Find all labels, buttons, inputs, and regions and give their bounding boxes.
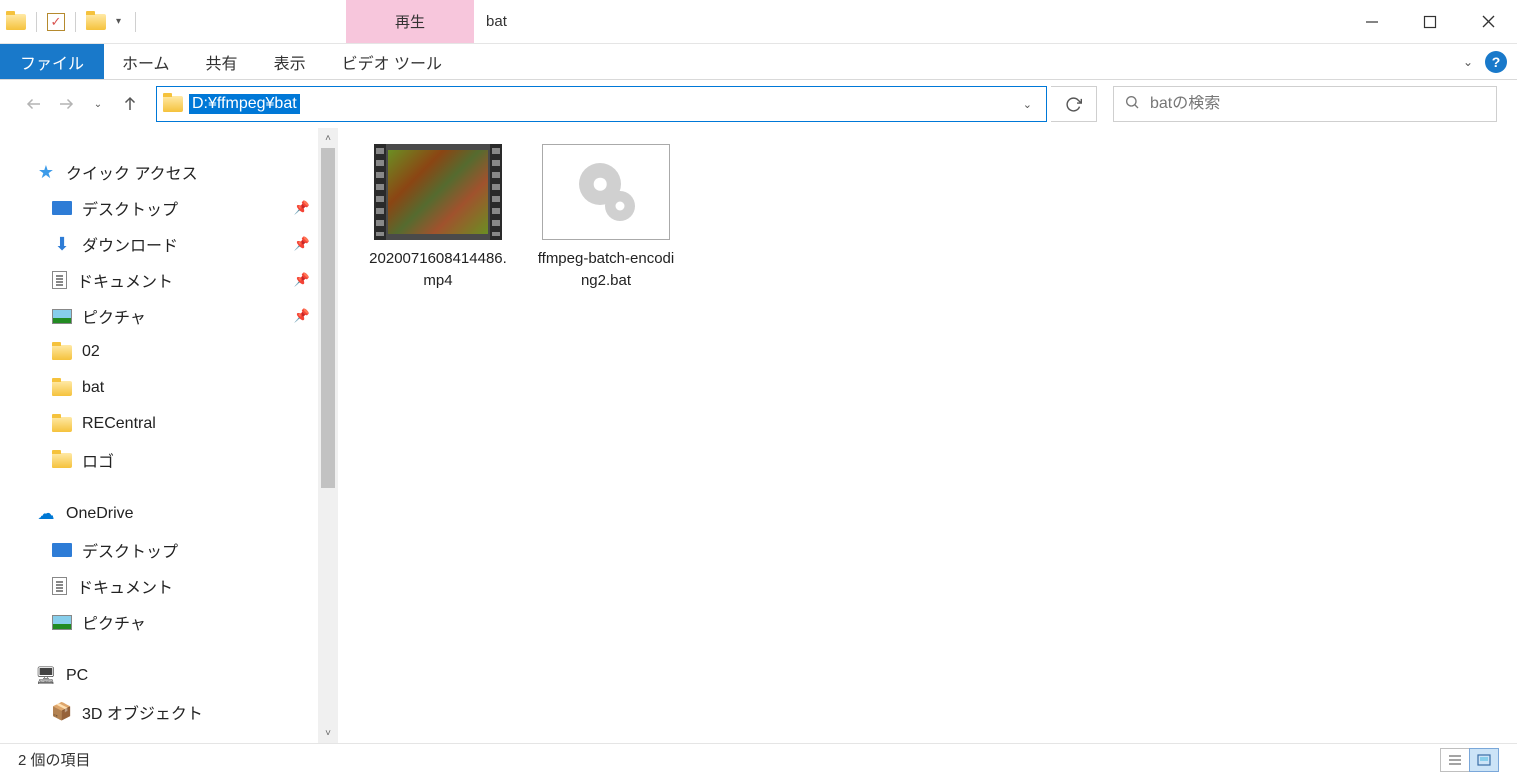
main-content: ★ クイック アクセス デスクトップ 📌 ⬇ ダウンロード 📌 ドキュメント 📌… [0, 128, 1517, 743]
file-list[interactable]: 2020071608414486.mp4 ffmpeg-batch-encodi… [338, 128, 1517, 743]
file-item-video[interactable]: 2020071608414486.mp4 [366, 144, 510, 292]
navigation-pane: ★ クイック アクセス デスクトップ 📌 ⬇ ダウンロード 📌 ドキュメント 📌… [0, 128, 338, 743]
tab-video-tools[interactable]: ビデオ ツール [324, 44, 460, 79]
window-title: bat [474, 0, 1343, 43]
tab-view[interactable]: 表示 [256, 44, 324, 79]
sidebar-od-documents[interactable]: ドキュメント [0, 568, 338, 604]
document-icon [52, 271, 67, 289]
sidebar-od-pictures[interactable]: ピクチャ [0, 604, 338, 640]
item-count: 2 個の項目 [18, 749, 91, 770]
help-button[interactable]: ? [1485, 51, 1507, 73]
up-button[interactable] [116, 90, 144, 118]
search-input[interactable] [1150, 95, 1486, 113]
sidebar-folder-recentral[interactable]: RECentral [0, 406, 338, 442]
search-icon [1124, 94, 1140, 114]
forward-button[interactable] [52, 90, 80, 118]
ribbon-collapse-icon[interactable]: ⌄ [1463, 55, 1473, 69]
qat-dropdown-icon[interactable]: ▾ [112, 16, 125, 27]
gear-icon [605, 191, 635, 221]
desktop-icon [52, 543, 72, 557]
new-folder-icon[interactable] [86, 14, 106, 30]
sidebar-folder-02[interactable]: 02 [0, 334, 338, 370]
tab-home[interactable]: ホーム [104, 44, 188, 79]
bat-thumbnail [542, 144, 670, 240]
address-path[interactable]: D:¥ffmpeg¥bat [189, 94, 300, 114]
file-item-bat[interactable]: ffmpeg-batch-encoding2.bat [534, 144, 678, 292]
folder-icon [52, 381, 72, 396]
cloud-icon: ☁ [36, 505, 56, 523]
minimize-button[interactable] [1343, 0, 1401, 43]
address-dropdown-icon[interactable]: ⌄ [1015, 98, 1040, 111]
icons-view-button[interactable] [1469, 748, 1499, 772]
ribbon-tabs: ファイル ホーム 共有 表示 ビデオ ツール ⌄ ? [0, 44, 1517, 80]
sidebar-scrollbar[interactable]: ˄ ˅ [318, 128, 338, 743]
close-button[interactable] [1459, 0, 1517, 43]
picture-icon [52, 309, 72, 324]
sidebar-od-desktop[interactable]: デスクトップ [0, 532, 338, 568]
sidebar-3d-objects[interactable]: 📦 3D オブジェクト [0, 694, 338, 730]
recent-locations-button[interactable]: ⌄ [84, 90, 112, 118]
address-bar-row: ⌄ D:¥ffmpeg¥bat ⌄ [0, 80, 1517, 128]
desktop-icon [52, 201, 72, 215]
sidebar-folder-logo[interactable]: ロゴ [0, 442, 338, 478]
scroll-down-icon[interactable]: ˅ [318, 723, 338, 743]
document-icon [52, 577, 67, 595]
quick-access-toolbar: ✓ ▾ [0, 0, 146, 43]
divider [135, 12, 136, 32]
folder-icon [163, 96, 183, 112]
file-name: ffmpeg-batch-encoding2.bat [534, 248, 678, 292]
view-toggle [1441, 748, 1499, 772]
address-bar[interactable]: D:¥ffmpeg¥bat ⌄ [156, 86, 1047, 122]
search-box[interactable] [1113, 86, 1497, 122]
divider [75, 12, 76, 32]
maximize-button[interactable] [1401, 0, 1459, 43]
cube-icon: 📦 [52, 703, 72, 721]
context-tab-play: 再生 [346, 0, 474, 43]
sidebar-pictures[interactable]: ピクチャ 📌 [0, 298, 338, 334]
pc-icon: 🖥 [36, 667, 56, 685]
tab-file[interactable]: ファイル [0, 44, 104, 79]
refresh-button[interactable] [1051, 86, 1097, 122]
video-thumbnail [374, 144, 502, 240]
scroll-thumb[interactable] [321, 148, 335, 488]
sidebar-documents[interactable]: ドキュメント 📌 [0, 262, 338, 298]
details-view-button[interactable] [1440, 748, 1470, 772]
titlebar: ✓ ▾ 再生 bat [0, 0, 1517, 44]
folder-icon [6, 14, 26, 30]
sidebar-downloads[interactable]: ⬇ ダウンロード 📌 [0, 226, 338, 262]
folder-icon [52, 345, 72, 360]
sidebar-quick-access[interactable]: ★ クイック アクセス [0, 154, 338, 190]
picture-icon [52, 615, 72, 630]
properties-icon[interactable]: ✓ [47, 13, 65, 31]
window-controls [1343, 0, 1517, 43]
sidebar-pc[interactable]: 🖥 PC [0, 658, 338, 694]
back-button[interactable] [20, 90, 48, 118]
star-icon: ★ [36, 163, 56, 181]
folder-icon [52, 453, 72, 468]
tab-share[interactable]: 共有 [188, 44, 256, 79]
folder-icon [52, 417, 72, 432]
sidebar-desktop[interactable]: デスクトップ 📌 [0, 190, 338, 226]
status-bar: 2 個の項目 [0, 743, 1517, 775]
scroll-up-icon[interactable]: ˄ [318, 128, 338, 148]
file-name: 2020071608414486.mp4 [366, 248, 510, 292]
sidebar-folder-bat[interactable]: bat [0, 370, 338, 406]
download-icon: ⬇ [52, 235, 72, 253]
sidebar-onedrive[interactable]: ☁ OneDrive [0, 496, 338, 532]
divider [36, 12, 37, 32]
